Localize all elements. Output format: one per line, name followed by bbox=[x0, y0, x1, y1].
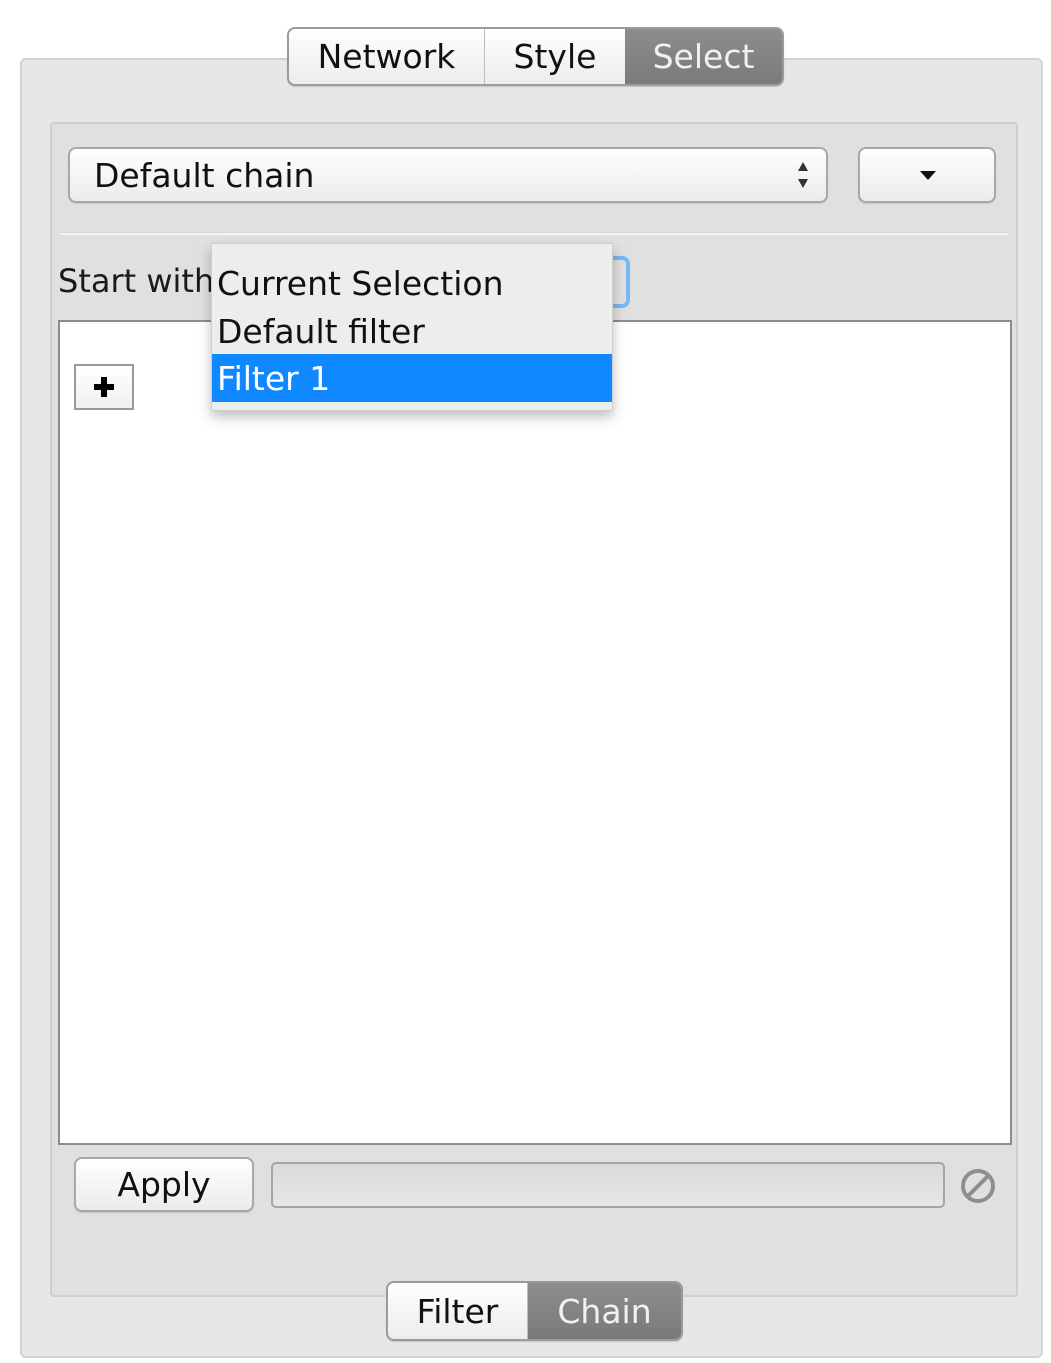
mode-tab-bar: Filter Chain bbox=[386, 1281, 683, 1341]
chain-select[interactable]: Default chain bbox=[68, 147, 828, 203]
tab-chain[interactable]: Chain bbox=[528, 1283, 681, 1339]
start-with-label: Start with bbox=[58, 262, 215, 300]
chain-options-button[interactable] bbox=[858, 147, 996, 203]
tab-style[interactable]: Style bbox=[485, 29, 625, 84]
caret-down-icon bbox=[920, 171, 936, 180]
menu-item-filter-1[interactable]: Filter 1 bbox=[212, 354, 612, 402]
start-with-dropdown-menu: Current Selection Default filter Filter … bbox=[211, 243, 613, 411]
plus-icon bbox=[94, 377, 114, 397]
menu-item-current-selection[interactable]: Current Selection bbox=[212, 259, 612, 307]
panel-tab-bar: Network Style Select bbox=[287, 27, 784, 86]
menu-item-default-filter[interactable]: Default filter bbox=[212, 307, 612, 355]
filter-chain-list[interactable] bbox=[58, 320, 1012, 1145]
progress-bar bbox=[271, 1162, 945, 1208]
divider bbox=[60, 232, 1008, 235]
up-down-arrows-icon bbox=[798, 162, 808, 188]
add-filter-button[interactable] bbox=[74, 364, 134, 410]
tab-filter[interactable]: Filter bbox=[388, 1283, 528, 1339]
tab-select[interactable]: Select bbox=[625, 29, 782, 84]
tab-network[interactable]: Network bbox=[289, 29, 485, 84]
apply-button[interactable]: Apply bbox=[74, 1157, 254, 1212]
chain-select-value: Default chain bbox=[94, 155, 315, 195]
cancel-icon[interactable] bbox=[958, 1166, 998, 1206]
